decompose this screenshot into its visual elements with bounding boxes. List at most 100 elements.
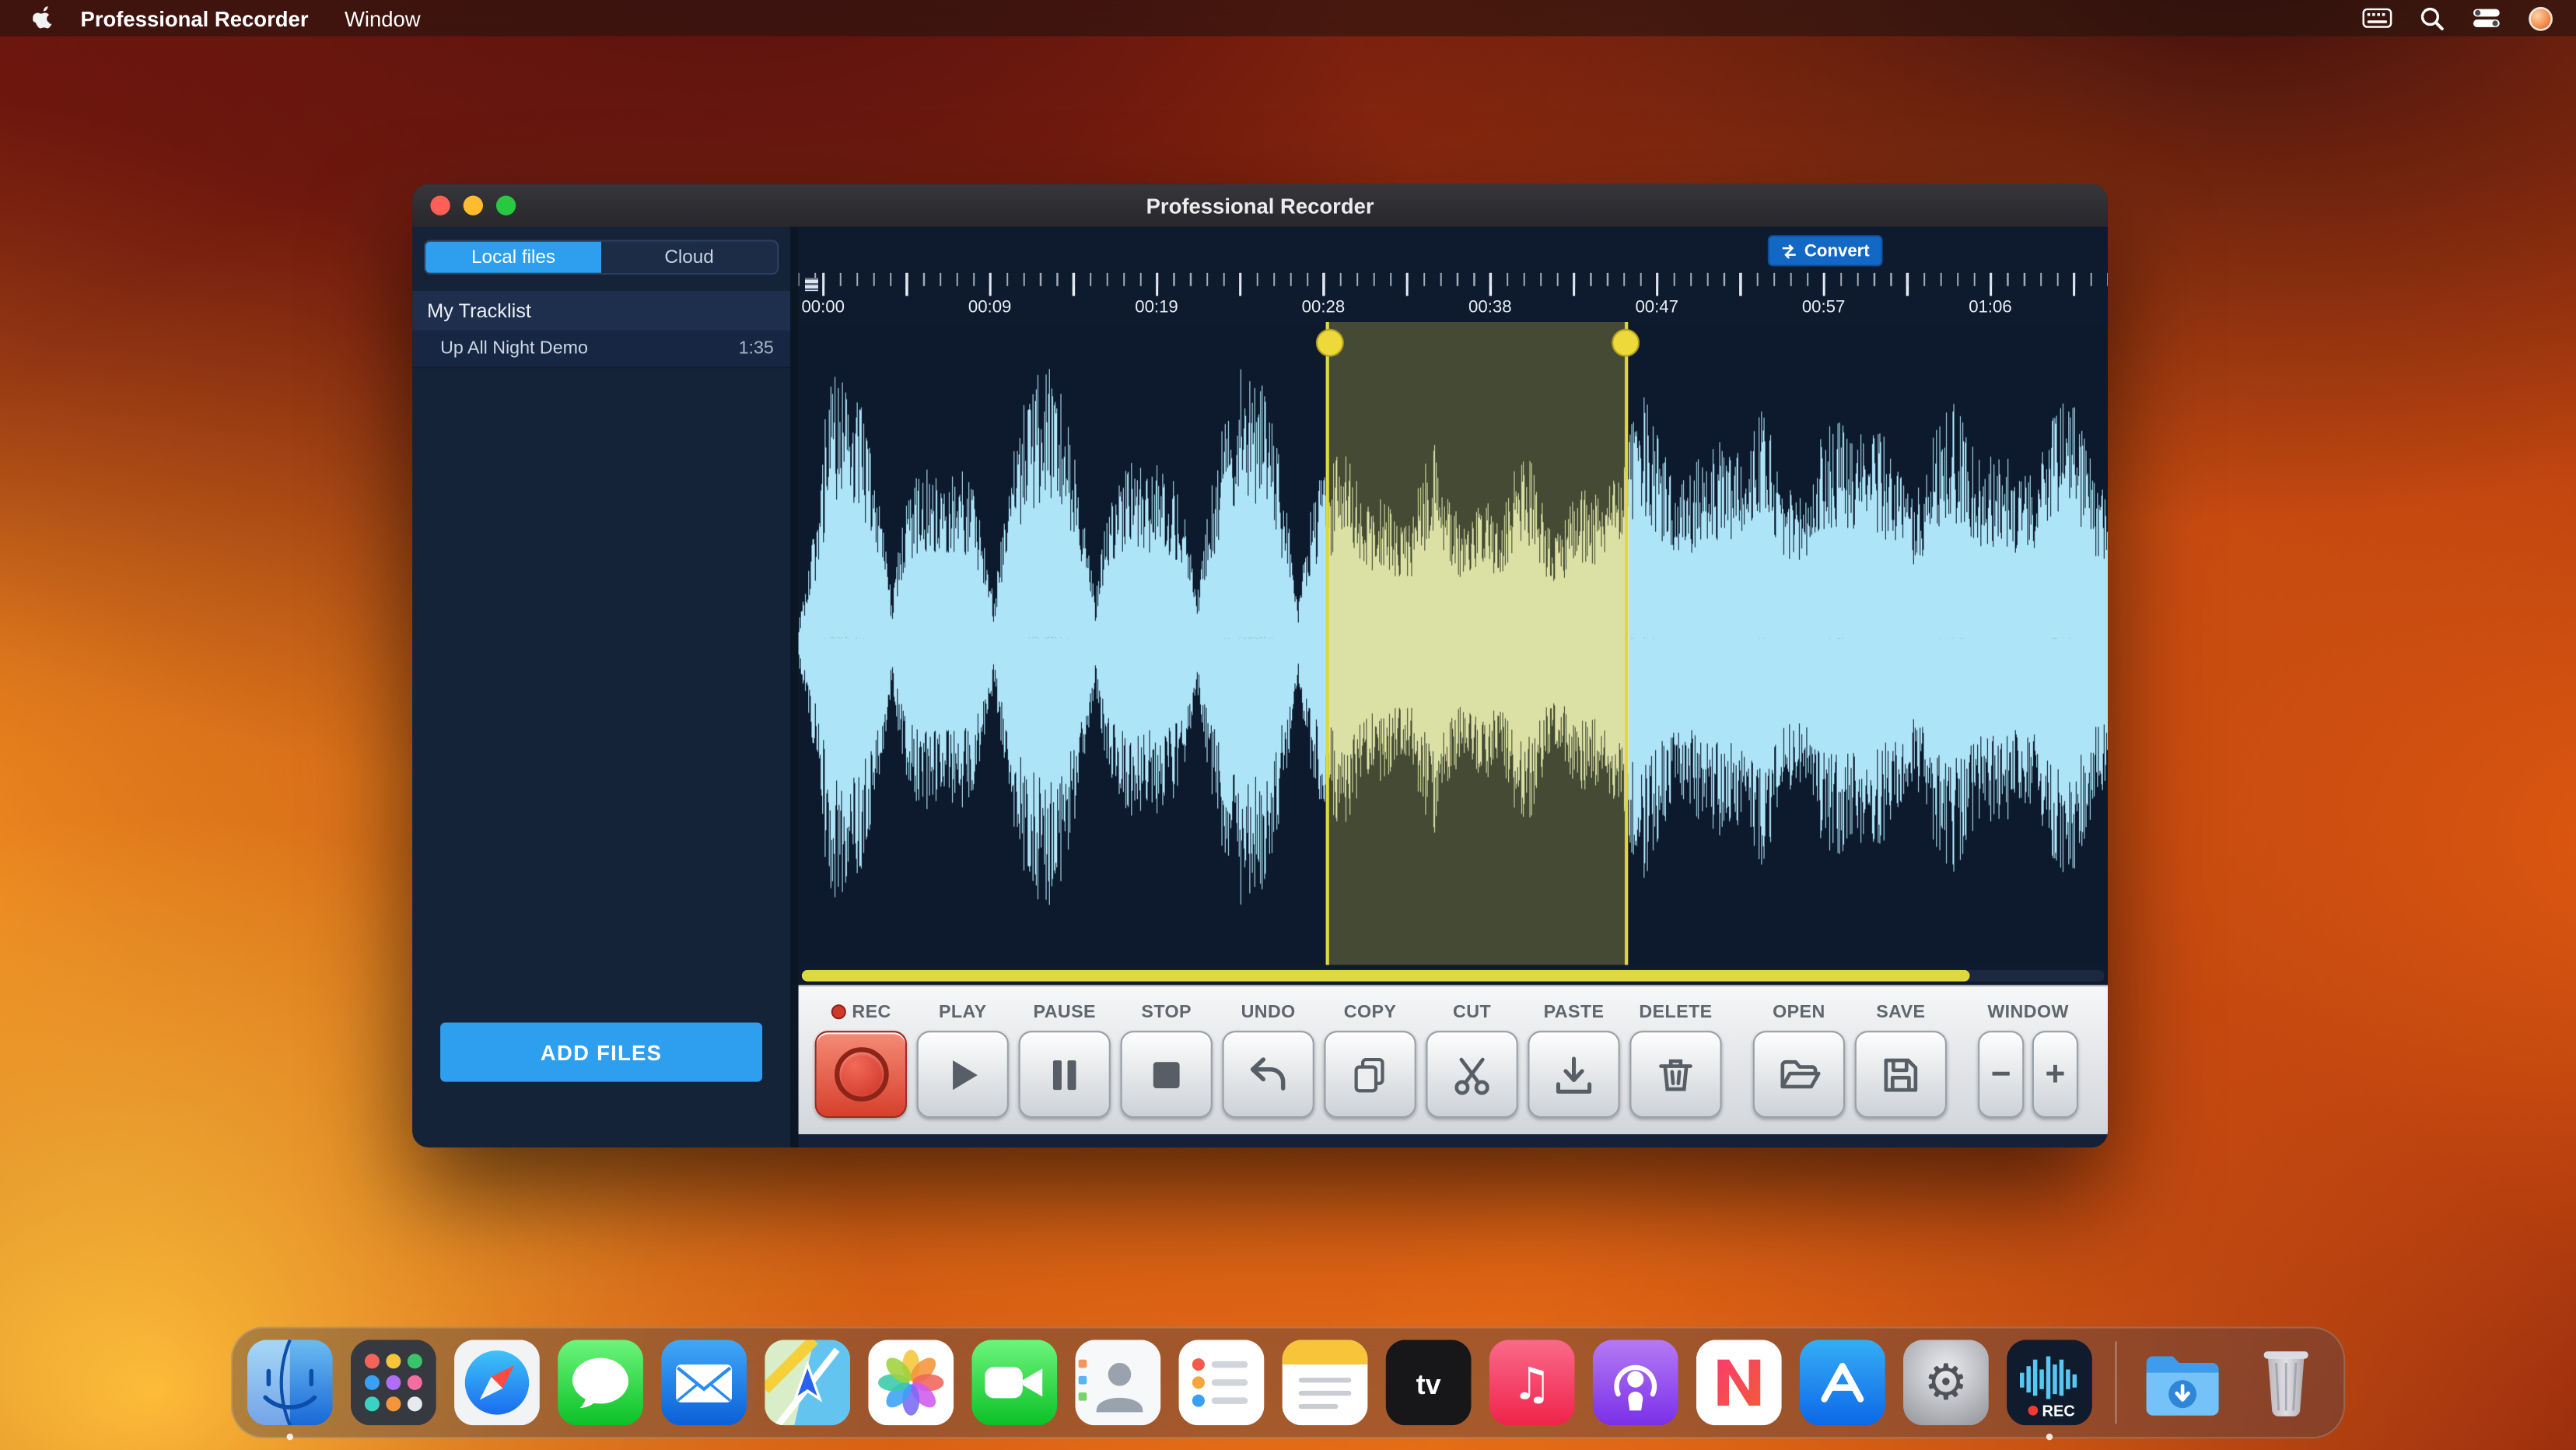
close-button[interactable] [430, 195, 450, 215]
transport-toolbar: RECPLAYPAUSESTOPUNDOCOPYCUTPASTEDELETEOP… [799, 985, 2108, 1134]
dock-item-finder[interactable] [247, 1340, 333, 1425]
dock-item-facetime[interactable] [971, 1340, 1057, 1425]
dock-item-launchpad[interactable] [351, 1340, 436, 1425]
dock-item-messages[interactable] [558, 1340, 643, 1425]
dock-item-news[interactable] [1696, 1340, 1782, 1425]
dock: tv ♫ ⚙ REC [231, 1326, 2345, 1438]
convert-button[interactable]: Convert [1768, 235, 1882, 266]
toolbar-group-undo: UNDO [1223, 998, 1314, 1118]
toolbar-group-save: SAVE [1855, 998, 1947, 1118]
toolbar-buttons-open [1753, 1031, 1845, 1118]
toolbar-label-text: OPEN [1773, 1002, 1825, 1021]
dock-item-appstore[interactable] [1800, 1340, 1885, 1425]
tab-local-files[interactable]: Local files [425, 242, 601, 273]
convert-icon [1781, 243, 1797, 259]
dock-item-contacts[interactable] [1075, 1340, 1160, 1425]
toolbar-buttons-delete [1629, 1031, 1721, 1118]
svg-text:tv: tv [1416, 1368, 1441, 1400]
ruler-label: 00:47 [1635, 298, 1678, 317]
selection-end-handle[interactable] [1612, 329, 1640, 357]
sidebar-tabs: Local filesCloud [424, 240, 779, 275]
dock-item-mail[interactable] [661, 1340, 747, 1425]
add-files-button[interactable]: ADD FILES [440, 1023, 762, 1082]
toolbar-label-text: SAVE [1876, 1002, 1925, 1021]
apple-menu-icon[interactable] [33, 5, 54, 31]
toolbar-group-window: WINDOW −+ [1978, 998, 2078, 1118]
toolbar-label-text: PLAY [939, 1002, 987, 1021]
paste-icon [1551, 1052, 1597, 1098]
ruler-label: 00:00 [801, 298, 845, 317]
pause-button[interactable] [1019, 1031, 1111, 1118]
dock-item-podcasts[interactable] [1593, 1340, 1678, 1425]
toolbar-label-cut: CUT [1453, 998, 1491, 1026]
dock-item-maps[interactable] [765, 1340, 850, 1425]
dock-item-reminders[interactable] [1179, 1340, 1265, 1425]
window-titlebar[interactable]: Professional Recorder [412, 184, 2108, 227]
toolbar-label-text: WINDOW [1987, 1002, 2068, 1021]
toolbar-label-rec: REC [831, 998, 891, 1026]
dock-item-trash[interactable] [2243, 1340, 2329, 1425]
toolbar-buttons-rec [815, 1031, 907, 1118]
minimize-button[interactable] [464, 195, 483, 215]
ruler-label: 00:09 [968, 298, 1012, 317]
delete-button[interactable] [1629, 1031, 1721, 1118]
track-name: Up All Night Demo [440, 338, 588, 358]
window-minus-button[interactable]: − [1978, 1031, 2024, 1118]
dock-item-settings[interactable]: ⚙ [1903, 1340, 1989, 1425]
cut-button[interactable] [1426, 1031, 1517, 1118]
toolbar-buttons-save [1855, 1031, 1947, 1118]
toolbar-group-pause: PAUSE [1019, 998, 1111, 1118]
selection-start-handle[interactable] [1315, 329, 1343, 357]
stop-icon [1143, 1052, 1189, 1098]
toolbar-label-text: STOP [1141, 1002, 1192, 1021]
play-button[interactable] [917, 1031, 1009, 1118]
dock-item-tv[interactable]: tv [1386, 1340, 1472, 1425]
desktop: Professional Recorder Window Professiona… [0, 0, 2576, 1450]
scrollbar-thumb[interactable] [802, 969, 1969, 981]
dock-item-photos[interactable] [868, 1340, 954, 1425]
window-plus-button[interactable]: + [2032, 1031, 2078, 1118]
record-icon [834, 1047, 888, 1102]
dock-item-downloads[interactable] [2140, 1340, 2225, 1425]
record-button[interactable] [815, 1031, 907, 1118]
ruler-label: 00:57 [1802, 298, 1846, 317]
control-center-icon[interactable] [2473, 9, 2501, 28]
ruler-menu-icon[interactable] [802, 275, 821, 294]
toolbar-label-text: CUT [1453, 1002, 1491, 1021]
tab-cloud[interactable]: Cloud [601, 242, 777, 273]
stop-button[interactable] [1121, 1031, 1213, 1118]
menubar-status-icons [2362, 5, 2553, 30]
menu-window[interactable]: Window [345, 5, 421, 30]
scroll-strip [799, 965, 2108, 985]
menubar-app-name[interactable]: Professional Recorder [80, 5, 308, 30]
copy-button[interactable] [1324, 1031, 1416, 1118]
waveform-area[interactable] [799, 322, 2108, 965]
track-row[interactable]: Up All Night Demo1:35 [412, 331, 790, 369]
timeline-ruler[interactable]: 00:0000:0900:1900:2800:3800:4700:5701:06 [799, 273, 2108, 322]
open-button[interactable] [1753, 1031, 1845, 1118]
svg-text:⚙: ⚙ [1924, 1353, 1969, 1410]
save-icon [1878, 1052, 1923, 1098]
undo-icon [1245, 1052, 1291, 1098]
save-button[interactable] [1855, 1031, 1947, 1118]
undo-button[interactable] [1223, 1031, 1314, 1118]
toolbar-label-stop: STOP [1141, 998, 1192, 1026]
dock-item-recorder[interactable]: REC [2007, 1340, 2092, 1425]
dock-item-music[interactable]: ♫ [1489, 1340, 1575, 1425]
search-icon[interactable] [2420, 5, 2445, 30]
dock-item-notes[interactable] [1283, 1340, 1368, 1425]
paste-button[interactable] [1528, 1031, 1619, 1118]
horizontal-scrollbar[interactable] [802, 969, 2105, 981]
toolbar-label-window: WINDOW [1987, 998, 2068, 1026]
main-panel: Convert 00:0000:0900:1900:2800:3800:4700… [799, 227, 2108, 1147]
tracklist-header: My Tracklist [412, 291, 790, 331]
keyboard-icon[interactable] [2362, 9, 2392, 28]
zoom-button[interactable] [496, 195, 516, 215]
waveform-selection[interactable] [1326, 322, 1629, 965]
ruler-label: 00:19 [1135, 298, 1178, 317]
siri-icon[interactable] [2529, 5, 2553, 30]
running-indicator [2046, 1434, 2053, 1440]
ruler-minor-ticks [799, 273, 2108, 286]
toolbar-label-text: COPY [1344, 1002, 1397, 1021]
dock-item-safari[interactable] [454, 1340, 540, 1425]
